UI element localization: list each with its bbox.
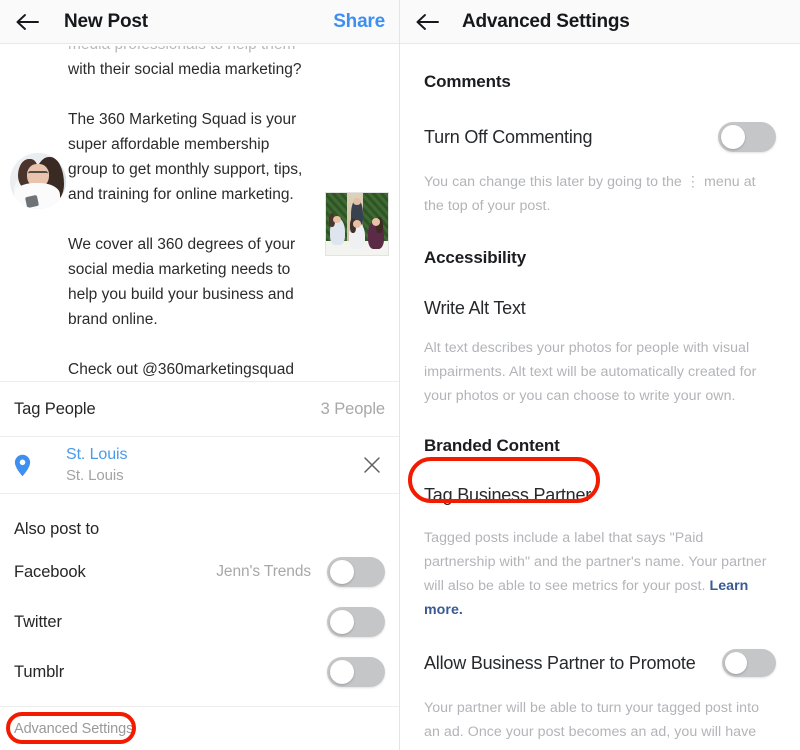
caption-area: media professionals to help them with th…: [0, 44, 399, 381]
comments-helper-before: You can change this later by going to th…: [424, 174, 686, 190]
allow-promote-toggle[interactable]: [722, 649, 776, 677]
twitter-toggle[interactable]: [327, 607, 385, 637]
back-arrow-icon[interactable]: [414, 9, 440, 35]
advanced-settings-bar[interactable]: Advanced Settings: [0, 706, 399, 750]
tumblr-toggle[interactable]: [327, 657, 385, 687]
close-icon[interactable]: [359, 456, 385, 474]
caption-clipped-line: media professionals to help them: [68, 46, 303, 57]
overflow-menu-icon: ⋮: [685, 174, 701, 190]
advanced-settings-label: Advanced Settings: [14, 720, 134, 737]
advanced-settings-screen: Advanced Settings Comments Turn Off Comm…: [400, 0, 800, 750]
toggle-knob: [725, 652, 747, 674]
tag-people-count: 3 People: [320, 399, 385, 418]
allow-promote-label: Allow Business Partner to Promote: [424, 652, 696, 673]
new-post-topbar: New Post Share: [0, 0, 399, 44]
social-row-tumblr[interactable]: Tumblr: [0, 647, 399, 697]
facebook-toggle[interactable]: [327, 557, 385, 587]
caption-paragraph: We cover all 360 degrees of your social …: [68, 236, 296, 328]
page-title: New Post: [64, 10, 148, 32]
caption-text[interactable]: media professionals to help them with th…: [68, 44, 303, 381]
advanced-settings-content: Comments Turn Off Commenting You can cha…: [400, 72, 800, 750]
page-title: Advanced Settings: [462, 10, 630, 32]
comments-helper-text: You can change this later by going to th…: [424, 170, 776, 218]
toggle-knob: [330, 560, 354, 584]
tag-partner-helper-text: Tagged posts include a label that says "…: [424, 526, 776, 622]
social-label: Facebook: [14, 562, 86, 581]
caption-paragraph: The 360 Marketing Squad is your super af…: [68, 111, 303, 203]
section-heading-branded-content: Branded Content: [424, 436, 560, 455]
dual-screenshot-container: New Post Share with their social media m…: [0, 0, 800, 750]
tag-people-label: Tag People: [14, 399, 96, 418]
allow-promote-row[interactable]: Allow Business Partner to Promote: [424, 649, 776, 677]
caption-clipped-text: media professionals to help them: [68, 46, 295, 57]
back-arrow-icon[interactable]: [14, 9, 40, 35]
author-avatar: [10, 153, 66, 209]
toggle-knob: [330, 660, 354, 684]
post-photo-thumbnail[interactable]: [325, 192, 389, 256]
location-title: St. Louis: [66, 445, 128, 463]
tag-business-partner-row[interactable]: Tag Business Partner: [424, 485, 776, 506]
social-row-facebook[interactable]: Facebook Jenn's Trends: [0, 547, 399, 597]
allow-promote-helper-text: Your partner will be able to turn your t…: [424, 696, 776, 750]
section-heading-accessibility: Accessibility: [424, 248, 526, 267]
turn-off-commenting-label: Turn Off Commenting: [424, 126, 593, 147]
caption-paragraph: with their social media marketing?: [68, 61, 302, 78]
share-button[interactable]: Share: [333, 11, 385, 33]
location-pin-icon: [14, 454, 40, 477]
location-subtitle: St. Louis: [66, 466, 124, 484]
location-row[interactable]: St. Louis St. Louis: [0, 437, 399, 493]
toggle-knob: [330, 610, 354, 634]
social-label: Twitter: [14, 612, 62, 631]
section-heading-comments: Comments: [424, 72, 511, 91]
turn-off-commenting-toggle[interactable]: [718, 122, 776, 152]
social-label: Tumblr: [14, 662, 65, 681]
advanced-settings-topbar: Advanced Settings: [400, 0, 800, 44]
social-row-twitter[interactable]: Twitter: [0, 597, 399, 647]
write-alt-text-row[interactable]: Write Alt Text: [424, 298, 776, 319]
tag-people-row[interactable]: Tag People 3 People: [0, 382, 399, 436]
location-texts: St. Louis St. Louis: [66, 445, 127, 486]
toggle-knob: [721, 125, 745, 149]
accessibility-helper-text: Alt text describes your photos for peopl…: [424, 340, 757, 404]
new-post-screen: New Post Share with their social media m…: [0, 0, 400, 750]
allow-promote-helper-body: Your partner will be able to turn your t…: [424, 700, 772, 750]
turn-off-commenting-row[interactable]: Turn Off Commenting: [424, 122, 776, 152]
also-post-to-heading: Also post to: [14, 520, 100, 538]
caption-paragraph: Check out @360marketingsquad and go to t…: [68, 361, 294, 378]
social-account-name: Jenn's Trends: [216, 563, 311, 580]
